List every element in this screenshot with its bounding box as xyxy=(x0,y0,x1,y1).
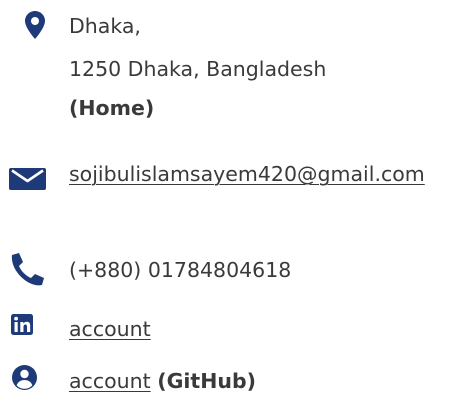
address-label: (Home) xyxy=(69,96,155,120)
map-pin-icon xyxy=(25,11,45,39)
github-label: (GitHub) xyxy=(157,369,257,393)
user-circle-icon xyxy=(12,365,37,390)
contact-list: Dhaka, 1250 Dhaka, Bangladesh (Home) soj… xyxy=(0,0,456,403)
linkedin-icon xyxy=(11,314,33,335)
linkedin-account-link[interactable]: account xyxy=(69,317,151,341)
address-item: Dhaka, 1250 Dhaka, Bangladesh (Home) xyxy=(0,0,456,130)
github-item: account (GitHub) xyxy=(0,360,456,400)
email-link[interactable]: sojibulislamsayem420@gmail.com xyxy=(69,157,441,191)
phone-icon xyxy=(11,253,44,286)
phone-item: (+880) 01784804618 xyxy=(0,250,456,290)
github-account-link[interactable]: account xyxy=(69,369,151,393)
linkedin-item: account xyxy=(0,310,456,350)
address-line-2: 1250 Dhaka, Bangladesh xyxy=(69,57,327,81)
email-item: sojibulislamsayem420@gmail.com xyxy=(0,150,456,240)
address-line-1: Dhaka, xyxy=(69,14,141,38)
phone-number: (+880) 01784804618 xyxy=(69,258,292,282)
envelope-icon xyxy=(9,168,46,190)
